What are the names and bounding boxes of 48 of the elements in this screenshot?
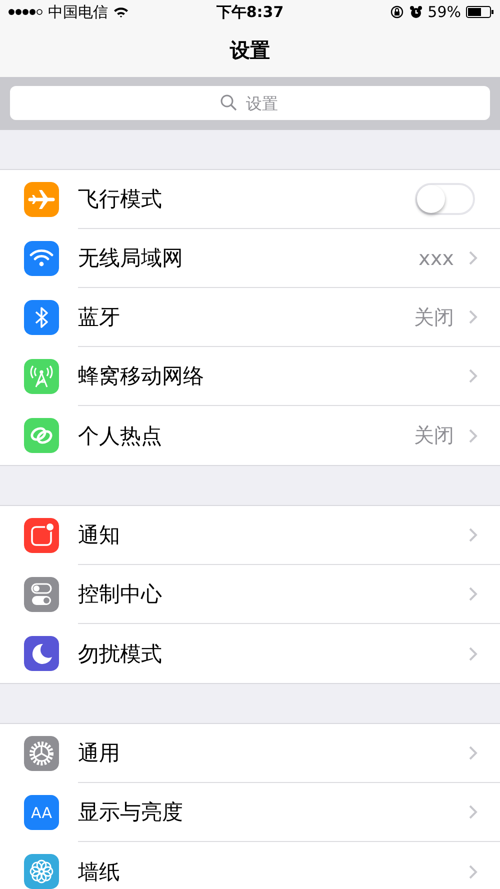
text-size-icon: AA [24,795,59,830]
battery-icon [466,6,494,18]
row-label: 蓝牙 [78,304,120,331]
chevron-icon [468,428,478,444]
row-label: 蜂窝移动网络 [78,363,204,390]
row-label: 通知 [78,522,120,549]
settings-row[interactable]: 飞行模式 [0,170,500,229]
settings-row[interactable]: 通知 [0,506,500,565]
chevron-icon [468,864,478,880]
chevron-icon [468,527,478,543]
settings-row[interactable]: 墙纸 [0,842,500,889]
row-value: xxx [418,246,454,270]
row-label: 飞行模式 [78,186,162,213]
chevron-icon [468,586,478,602]
wifi-icon [113,6,129,18]
alarm-icon [408,5,423,19]
chevron-icon [468,804,478,820]
toggle-switch[interactable] [415,183,475,215]
signal-icon [8,8,43,16]
settings-row[interactable]: 无线局域网 xxx [0,229,500,288]
settings-row[interactable]: 蓝牙 关闭 [0,288,500,347]
search-field[interactable]: 设置 [10,86,490,120]
settings-row[interactable]: 个人热点 关闭 [0,406,500,465]
rotation-lock-icon [390,5,404,19]
row-label: 通用 [78,740,120,767]
settings-row[interactable]: 蜂窝移动网络 [0,347,500,406]
row-label: 无线局域网 [78,245,183,272]
chevron-icon [468,646,478,662]
row-label: 勿扰模式 [78,640,162,668]
row-label: 墙纸 [78,858,120,886]
settings-row[interactable]: 勿扰模式 [0,624,500,683]
row-label: 个人热点 [78,422,162,450]
chevron-icon [468,250,478,266]
chevron-icon [468,309,478,325]
battery-percent: 59% [428,3,461,21]
search-icon [220,94,237,111]
carrier-name: 中国电信 [48,2,108,22]
row-label: 控制中心 [78,581,162,608]
settings-row[interactable]: AA 显示与亮度 [0,783,500,842]
row-value: 关闭 [414,304,454,330]
row-label: 显示与亮度 [78,799,183,826]
row-value: 关闭 [414,422,454,449]
status-time: 下午8:37 [216,2,284,22]
settings-row[interactable]: 通用 [0,724,500,783]
settings-row[interactable]: 控制中心 [0,565,500,624]
chevron-icon [468,368,478,384]
chevron-icon [468,745,478,761]
page-title: 设置 [230,37,270,64]
